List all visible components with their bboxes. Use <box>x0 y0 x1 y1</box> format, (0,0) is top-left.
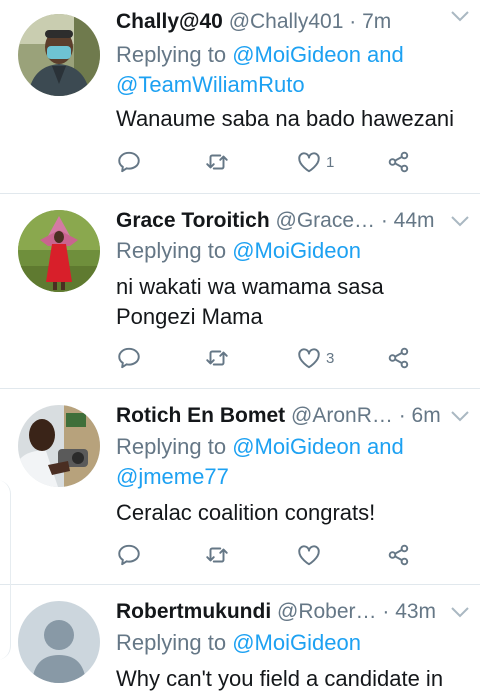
mention-link[interactable]: @MoiGideon <box>232 238 361 263</box>
share-button[interactable] <box>386 148 412 176</box>
tweet-item[interactable]: Grace Toroitich @Grace… · 44m Replying t… <box>0 194 480 389</box>
user-handle[interactable]: @Grace… <box>276 209 376 232</box>
like-button[interactable]: 3 <box>296 344 334 372</box>
timestamp[interactable]: · 7m <box>349 10 391 33</box>
like-count: 3 <box>326 349 335 367</box>
mention-link[interactable]: @MoiGideon <box>232 630 361 655</box>
display-name[interactable]: Grace Toroitich <box>116 209 270 232</box>
share-button[interactable] <box>386 541 412 569</box>
reply-icon <box>118 151 140 173</box>
user-handle[interactable]: @AronR… <box>291 404 393 427</box>
heart-icon <box>298 545 320 566</box>
timestamp[interactable]: · 44m <box>381 209 435 232</box>
avatar[interactable] <box>18 405 100 487</box>
retweet-button[interactable] <box>204 148 230 176</box>
reply-button[interactable] <box>116 344 142 372</box>
replying-to-label: Replying to <box>116 42 227 67</box>
tweet-text: ni wakati wa wamama sasa <box>116 274 384 299</box>
share-icon <box>388 544 409 566</box>
retweet-button[interactable] <box>204 541 230 569</box>
share-button[interactable] <box>386 344 412 372</box>
tweet-item[interactable]: Chally@40 @Chally401 · 7m Replying to @M… <box>0 0 480 194</box>
mention-link[interactable]: @MoiGideon and <box>232 42 404 67</box>
share-icon <box>388 151 409 173</box>
chevron-down-icon[interactable] <box>450 9 470 23</box>
tweet-text: Pongezi Mama <box>116 304 263 329</box>
mention-link[interactable]: @jmeme77 <box>116 464 229 489</box>
display-name[interactable]: Rotich En Bomet <box>116 404 285 427</box>
man-white-shirt-photo-icon <box>18 405 100 487</box>
masked-man-photo-icon <box>18 14 100 96</box>
reply-icon <box>118 347 140 369</box>
tweet-item[interactable]: Robertmukundi @Rober… · 43m Replying to … <box>0 585 480 697</box>
like-count: 1 <box>326 153 335 171</box>
like-button[interactable] <box>296 541 326 569</box>
default-profile-icon <box>18 601 100 683</box>
avatar[interactable] <box>18 210 100 292</box>
mention-link[interactable]: @TeamWiliamRuto <box>116 72 305 97</box>
share-icon <box>388 347 409 369</box>
user-handle[interactable]: @Rober… <box>277 600 377 623</box>
retweet-button[interactable] <box>204 344 230 372</box>
chevron-down-icon[interactable] <box>450 605 470 619</box>
tweet-text: Wanaume saba na bado hawezani <box>116 106 454 131</box>
tweet-item[interactable]: Rotich En Bomet @AronR… · 6m Replying to… <box>0 389 480 585</box>
retweet-icon <box>206 350 228 366</box>
timestamp[interactable]: · 43m <box>382 600 436 623</box>
reply-button[interactable] <box>116 541 142 569</box>
avatar[interactable] <box>18 14 100 96</box>
tweet-text: Ceralac coalition congrats! <box>116 500 376 525</box>
mention-link[interactable]: @MoiGideon and <box>232 434 404 459</box>
display-name[interactable]: Robertmukundi <box>116 600 271 623</box>
chevron-down-icon[interactable] <box>450 409 470 423</box>
replying-to-label: Replying to <box>116 630 227 655</box>
heart-icon <box>298 348 320 369</box>
timestamp[interactable]: · 6m <box>399 404 441 427</box>
user-handle[interactable]: @Chally401 <box>229 10 344 33</box>
retweet-icon <box>206 154 228 170</box>
replying-to-label: Replying to <box>116 238 227 263</box>
scroll-edge-overlay <box>0 480 11 660</box>
reply-icon <box>118 544 140 566</box>
avatar[interactable] <box>18 601 100 683</box>
chevron-down-icon[interactable] <box>450 214 470 228</box>
woman-red-dress-photo-icon <box>18 210 100 292</box>
like-button[interactable]: 1 <box>296 148 334 176</box>
replying-to-label: Replying to <box>116 434 227 459</box>
reply-button[interactable] <box>116 148 142 176</box>
display-name[interactable]: Chally@40 <box>116 10 223 33</box>
retweet-icon <box>206 547 228 563</box>
heart-icon <box>298 152 320 173</box>
tweet-text: Why can't you field a candidate in <box>116 666 444 691</box>
